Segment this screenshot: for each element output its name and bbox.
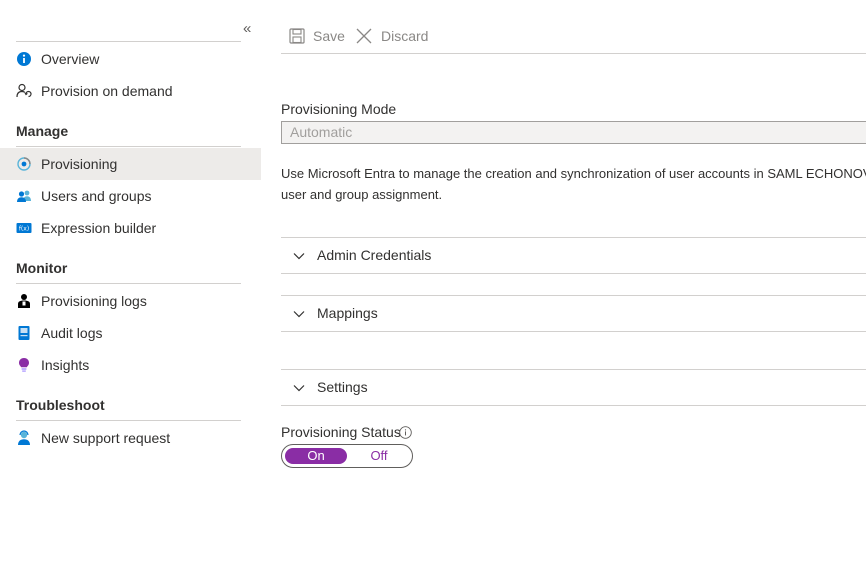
- description-line: user and group assignment.: [281, 187, 443, 202]
- save-label: Save: [313, 28, 345, 44]
- accordion-settings[interactable]: Settings: [281, 369, 866, 406]
- provisioning-mode-dropdown[interactable]: Automatic: [281, 121, 866, 144]
- sidebar-item-label: Expression builder: [41, 220, 157, 236]
- accordion-admin-credentials[interactable]: Admin Credentials: [281, 237, 866, 274]
- chevron-down-icon: [293, 311, 305, 318]
- section-title-monitor: Monitor: [16, 260, 68, 276]
- provisioning-icon: [17, 157, 31, 171]
- support-request-icon: [18, 430, 30, 445]
- sidebar-item-new-support-request[interactable]: New support request: [0, 422, 261, 454]
- sidebar-item-label: Users and groups: [41, 188, 152, 204]
- sidebar-item-label: New support request: [41, 430, 171, 446]
- insights-icon: [19, 358, 29, 372]
- toggle-off-option[interactable]: Off: [348, 448, 410, 464]
- accordion-label: Settings: [317, 379, 368, 395]
- sidebar-item-expression-builder[interactable]: f(x) Expression builder: [0, 212, 261, 244]
- description-line: Use Microsoft Entra to manage the creati…: [281, 166, 866, 181]
- sidebar-item-audit-logs[interactable]: Audit logs: [0, 317, 261, 349]
- provision-on-demand-icon: [16, 83, 32, 98]
- discard-label: Discard: [381, 28, 429, 44]
- save-icon: [289, 28, 305, 44]
- users-groups-icon: [17, 190, 31, 202]
- info-tooltip-icon[interactable]: [399, 426, 412, 439]
- provisioning-description: Use Microsoft Entra to manage the creati…: [281, 163, 866, 205]
- command-bar: Save Discard: [281, 0, 866, 54]
- accordion-label: Mappings: [317, 305, 378, 321]
- close-icon: [356, 28, 372, 44]
- sidebar-nav: « Overview Provision on demand Manage Pr…: [0, 0, 262, 563]
- info-icon: [17, 52, 31, 66]
- toggle-on-option[interactable]: On: [285, 448, 347, 464]
- section-title-manage: Manage: [16, 123, 69, 139]
- section-divider: [16, 146, 241, 147]
- save-button[interactable]: Save: [289, 26, 345, 46]
- accordion-mappings[interactable]: Mappings: [281, 295, 866, 332]
- sidebar-divider: [16, 41, 241, 42]
- sidebar-item-insights[interactable]: Insights: [0, 349, 261, 381]
- section-title-troubleshoot: Troubleshoot: [16, 397, 105, 413]
- sidebar-item-users-and-groups[interactable]: Users and groups: [0, 180, 261, 212]
- sidebar-item-provisioning-logs[interactable]: Provisioning logs: [0, 285, 261, 317]
- discard-button[interactable]: Discard: [355, 26, 428, 46]
- provisioning-status-toggle[interactable]: On Off: [281, 444, 413, 468]
- svg-text:f(x): f(x): [19, 225, 29, 232]
- sidebar-item-provision-on-demand[interactable]: Provision on demand: [0, 75, 261, 107]
- expression-builder-icon: f(x): [16, 223, 32, 233]
- sidebar-item-provisioning[interactable]: Provisioning: [0, 148, 261, 180]
- collapse-sidebar-button[interactable]: «: [243, 21, 251, 37]
- sidebar-item-label: Insights: [41, 357, 90, 373]
- provisioning-logs-icon: [18, 294, 30, 308]
- audit-logs-icon: [18, 326, 30, 340]
- chevron-down-icon: [293, 385, 305, 392]
- chevron-down-icon: [293, 253, 305, 260]
- sidebar-item-label: Provisioning logs: [41, 293, 147, 309]
- sidebar-item-label: Overview: [41, 51, 100, 67]
- section-divider: [16, 283, 241, 284]
- accordion-label: Admin Credentials: [317, 247, 432, 263]
- sidebar-item-label: Audit logs: [41, 325, 103, 341]
- sidebar-item-label: Provision on demand: [41, 83, 173, 99]
- section-divider: [16, 420, 241, 421]
- sidebar-item-overview[interactable]: Overview: [0, 43, 261, 75]
- sidebar-item-label: Provisioning: [41, 156, 118, 172]
- provisioning-status-label: Provisioning Status: [281, 424, 401, 440]
- provisioning-mode-label: Provisioning Mode: [281, 101, 397, 117]
